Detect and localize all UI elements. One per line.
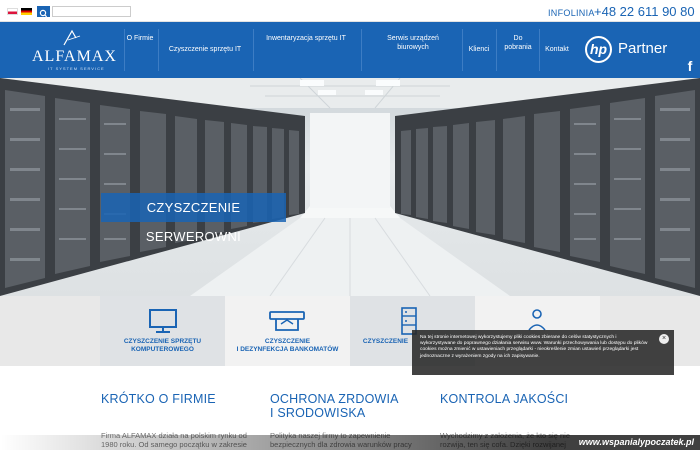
- close-icon[interactable]: ×: [659, 334, 669, 344]
- phone-number[interactable]: +48 22 611 90 80: [594, 4, 695, 19]
- section-title: KRÓTKO O FIRMIE: [101, 392, 216, 406]
- hero-banner: CZYSZCZENIE SERWEROWNI: [0, 78, 700, 296]
- section-title: OCHRONA ZRDOWIA I SRODOWISKA: [270, 392, 399, 420]
- search-button[interactable]: [37, 6, 50, 18]
- nav-item-klienci[interactable]: Klienci: [465, 45, 493, 54]
- search-input[interactable]: [52, 6, 131, 17]
- logo[interactable]: ALFAMAX IT SYSTEM SERVICE: [28, 28, 116, 74]
- main-navbar: ALFAMAX IT SYSTEM SERVICE O Firmie Czysz…: [0, 22, 700, 78]
- infolinia-label: INFOLINIA: [548, 8, 595, 18]
- nav-item-serwis[interactable]: Serwis urządzeń biurowych: [381, 34, 445, 52]
- nav-divider: [124, 29, 125, 71]
- watermark-text: www.wspanialypoczatek.pl: [578, 437, 694, 447]
- tile-label-line2: I DEZYNFEKCJA BANKOMATÓW: [236, 346, 339, 353]
- nav-divider: [361, 29, 362, 71]
- tile-label-line1: CZYSZCZENIE SPRZĘTU: [123, 338, 202, 345]
- nav-divider: [462, 29, 463, 71]
- nav-item-czyszczenie[interactable]: Czyszczenie sprzętu IT: [163, 45, 247, 54]
- nav-divider: [253, 29, 254, 71]
- nav-item-inwentaryzacja[interactable]: Inwentaryzacja sprzętu IT: [266, 34, 346, 43]
- logo-subtitle: IT SYSTEM SERVICE: [48, 66, 105, 71]
- logo-text: ALFAMAX: [32, 48, 117, 65]
- hp-logo: hp: [585, 36, 612, 63]
- nav-divider: [539, 29, 540, 71]
- cookie-notice: Na tej stronie internetowej wykorzystuje…: [412, 330, 674, 375]
- german-flag-icon[interactable]: [21, 8, 32, 15]
- partner-label: Partner: [618, 40, 668, 57]
- server-room-image: [0, 78, 700, 296]
- hero-caption[interactable]: CZYSZCZENIE SERWEROWNI: [101, 193, 286, 244]
- search-icon: [39, 9, 48, 18]
- nav-divider: [158, 29, 159, 71]
- watermark-bar: www.wspanialypoczatek.pl: [0, 435, 700, 450]
- atm-icon: [269, 311, 305, 331]
- nav-item-o-firmie[interactable]: O Firmie: [126, 34, 154, 43]
- top-bar: INFOLINIA +48 22 611 90 80: [0, 0, 700, 22]
- tile-label-line2: KOMPUTEROWEGO: [131, 346, 194, 353]
- section-title: KONTROLA JAKOŚCI: [440, 392, 569, 406]
- monitor-icon: [149, 309, 177, 333]
- tile-czyszczenie-komputerowe[interactable]: CZYSZCZENIE SPRZĘTU KOMPUTEROWEGO: [100, 296, 225, 366]
- nav-divider: [496, 29, 497, 71]
- nav-item-kontakt[interactable]: Kontakt: [542, 45, 572, 54]
- polish-flag-icon[interactable]: [7, 8, 18, 15]
- nav-item-do-pobrania[interactable]: Do pobrania: [502, 34, 534, 52]
- facebook-icon[interactable]: f: [680, 56, 700, 76]
- tile-czyszczenie-bankomatow[interactable]: CZYSZCZENIE I DEZYNFEKCJA BANKOMATÓW: [225, 296, 350, 366]
